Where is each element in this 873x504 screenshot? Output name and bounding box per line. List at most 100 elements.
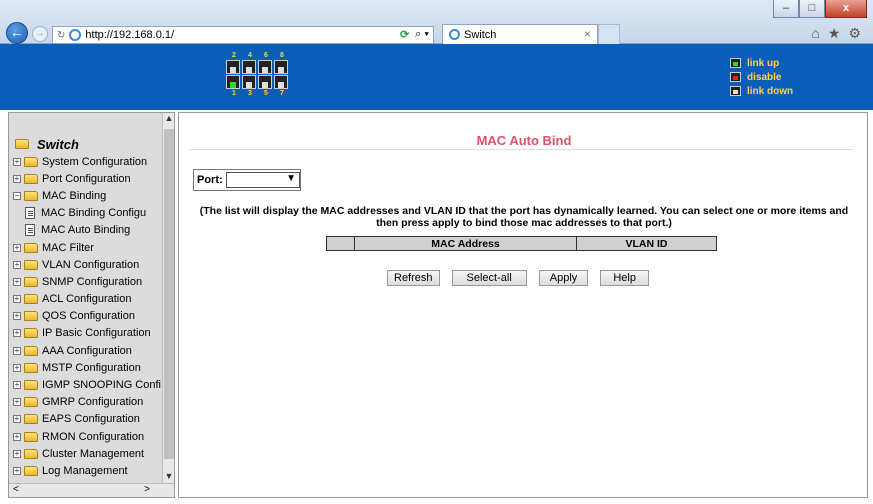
scroll-left-icon[interactable]: < [13,484,19,495]
sidebar-item-gmrp-configuration[interactable]: + GMRP Configuration [9,394,164,411]
nav-tree: Switch + System Configuration + Port Confi… [9,113,164,485]
select-all-button[interactable]: Select-all [451,270,527,286]
apply-button[interactable]: Apply [538,270,589,286]
sidebar-item-label: MAC Auto Binding [41,224,131,237]
folder-icon [24,311,38,322]
sidebar-item-mac-auto-binding[interactable]: MAC Auto Binding [9,222,164,239]
port-3-icon[interactable] [242,75,256,89]
folder-icon [24,242,38,253]
maximize-button[interactable]: □ [799,0,825,18]
sidebar-item-label: SNMP Configuration [42,275,143,288]
sidebar-item-aaa-configuration[interactable]: + AAA Configuration [9,342,164,359]
folder-open-icon [24,190,38,201]
folder-icon [24,173,38,184]
sidebar-item-label: MSTP Configuration [42,361,141,374]
port-8-icon[interactable] [274,60,288,74]
expand-icon[interactable]: + [13,415,21,424]
sidebar-item-mstp-configuration[interactable]: + MSTP Configuration [9,359,164,376]
sidebar-item-mac-binding-config[interactable]: MAC Binding Configu [9,205,164,222]
expand-icon[interactable]: + [13,449,21,458]
chevron-down-icon[interactable]: ▼ [286,173,296,184]
tab-close-button[interactable]: × [584,27,591,41]
address-bar[interactable]: ↻ http://192.168.0.1/ ⟳ ⌕ ▾ [52,26,434,44]
expand-icon[interactable]: + [13,346,21,355]
legend-link-up: link up [747,57,780,69]
expand-icon[interactable]: + [13,174,21,183]
compat-icon[interactable]: ⟳ [400,28,409,41]
tab-title: Switch [464,28,497,41]
forward-button[interactable]: → [32,26,48,42]
port-2-icon[interactable] [226,60,240,74]
scroll-up-icon[interactable]: ▲ [163,113,174,127]
port-number: 3 [248,90,252,97]
new-tab-button[interactable] [598,24,620,44]
settings-icon[interactable]: ⚙ [848,25,861,42]
back-button[interactable]: ← [6,22,28,44]
sidebar-item-system-configuration[interactable]: + System Configuration [9,153,164,170]
expand-icon[interactable]: + [13,312,21,321]
port-5-icon[interactable] [258,75,272,89]
refresh-icon[interactable]: ↻ [57,30,65,41]
sidebar-item-acl-configuration[interactable]: + ACL Configuration [9,291,164,308]
sidebar-item-cluster-management[interactable]: + Cluster Management [9,445,164,462]
description-text: (The list will display the MAC addresses… [199,205,849,229]
close-window-button[interactable]: x [825,0,867,18]
sidebar-item-eaps-configuration[interactable]: + EAPS Configuration [9,411,164,428]
port-4-icon[interactable] [242,60,256,74]
sidebar-item-qos-configuration[interactable]: + QOS Configuration [9,308,164,325]
sidebar-item-mac-filter[interactable]: + MAC Filter [9,239,164,256]
ie-icon [69,29,82,41]
help-button[interactable]: Help [600,270,649,286]
scroll-right-icon[interactable]: > [144,484,150,495]
sidebar-item-ip-basic-configuration[interactable]: + IP Basic Configuration [9,325,164,342]
expand-icon[interactable]: + [13,329,21,338]
expand-icon[interactable]: + [13,295,21,304]
folder-icon [24,276,38,287]
sidebar-item-log-management[interactable]: + Log Management [9,462,164,479]
folder-icon [24,397,38,408]
sidebar-item-igmp-snooping[interactable]: + IGMP SNOOPING Confi [9,376,164,393]
sidebar-item-mac-binding[interactable]: − MAC Binding [9,187,164,204]
port-number: 4 [248,52,252,59]
port-select[interactable]: ▼ [225,172,300,188]
expand-icon[interactable]: + [13,381,21,390]
expand-icon[interactable]: + [13,277,21,286]
mac-address-column-header: MAC Address [354,236,577,251]
minimize-button[interactable]: – [773,0,799,18]
address-url[interactable]: http://192.168.0.1/ [85,29,174,41]
switch-banner: 2 4 6 8 1 3 5 7 link up disable link dow… [0,44,873,110]
expand-icon[interactable]: + [13,398,21,407]
legend-disable: disable [747,71,782,83]
refresh-button[interactable]: Refresh [387,270,440,286]
horizontal-scrollbar[interactable]: < > [9,483,174,497]
port-number: 8 [280,52,284,59]
browser-tools: ⌂ ★ ⚙ [811,25,861,42]
scroll-thumb[interactable] [164,129,174,459]
vertical-scrollbar[interactable]: ▲ ▼ [162,113,174,485]
sidebar-item-port-configuration[interactable]: + Port Configuration [9,170,164,187]
folder-icon [24,431,38,442]
sidebar-item-label: MAC Binding [42,189,107,202]
collapse-icon[interactable]: − [13,191,21,200]
sidebar-item-vlan-configuration[interactable]: + VLAN Configuration [9,256,164,273]
port-7-icon[interactable] [274,75,288,89]
search-icon[interactable]: ⌕ ▾ [415,28,429,41]
main-content: MAC Auto Bind Port: ▼ (The list will dis… [178,112,868,498]
sidebar-item-rmon-configuration[interactable]: + RMON Configuration [9,428,164,445]
favorites-icon[interactable]: ★ [828,25,841,42]
expand-icon[interactable]: + [13,363,21,372]
expand-icon[interactable]: + [13,243,21,252]
folder-icon [24,345,38,356]
expand-icon[interactable]: + [13,466,21,475]
sidebar-item-snmp-configuration[interactable]: + SNMP Configuration [9,273,164,290]
port-6-icon[interactable] [258,60,272,74]
folder-icon [24,414,38,425]
expand-icon[interactable]: + [13,260,21,269]
home-icon[interactable]: ⌂ [811,25,819,42]
expand-icon[interactable]: + [13,432,21,441]
sidebar-item-label: MAC Binding Configu [41,207,147,220]
tree-root[interactable]: Switch [9,135,164,153]
port-1-icon[interactable] [226,75,240,89]
browser-tab[interactable]: Switch × [442,24,598,44]
expand-icon[interactable]: + [13,157,21,166]
